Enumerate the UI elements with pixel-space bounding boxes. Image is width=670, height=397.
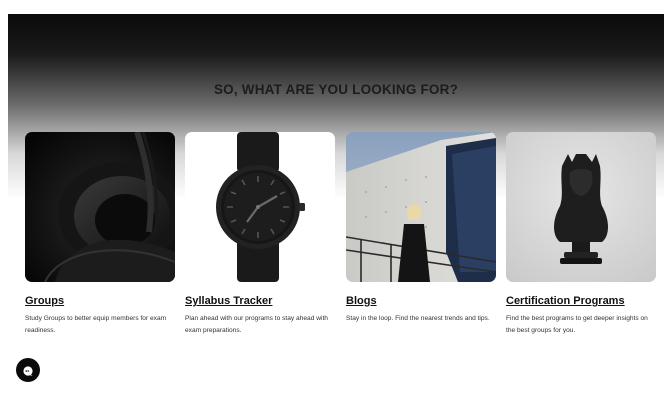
card-title-certification-programs[interactable]: Certification Programs — [506, 295, 656, 307]
certification-programs-image[interactable] — [506, 132, 656, 282]
card-groups[interactable]: Groups Study Groups to better equip memb… — [25, 132, 175, 336]
card-description-syllabus-tracker: Plan ahead with our programs to stay ahe… — [185, 315, 328, 334]
page-section: SO, WHAT ARE YOU LOOKING FOR? Groups Stu… — [8, 14, 664, 397]
card-title-syllabus-tracker[interactable]: Syllabus Tracker — [185, 295, 335, 307]
card-syllabus-tracker[interactable]: Syllabus Tracker Plan ahead with our pro… — [185, 132, 335, 336]
section-heading: SO, WHAT ARE YOU LOOKING FOR? — [213, 82, 459, 97]
card-blogs[interactable]: Blogs Stay in the loop. Find the nearest… — [346, 132, 496, 325]
card-description-groups: Study Groups to better equip members for… — [25, 315, 167, 334]
groups-image[interactable] — [25, 132, 175, 282]
card-certification-programs[interactable]: Certification Programs Find the best pro… — [506, 132, 656, 336]
blogs-image[interactable] — [346, 132, 496, 282]
card-title-blogs[interactable]: Blogs — [346, 295, 496, 307]
chat-icon — [22, 364, 34, 376]
syllabus-tracker-image[interactable] — [185, 132, 335, 282]
card-description-certification-programs: Find the best programs to get deeper ins… — [506, 315, 648, 334]
card-title-groups[interactable]: Groups — [25, 295, 175, 307]
card-description-blogs: Stay in the loop. Find the nearest trend… — [346, 315, 490, 322]
chat-button[interactable] — [16, 358, 40, 382]
